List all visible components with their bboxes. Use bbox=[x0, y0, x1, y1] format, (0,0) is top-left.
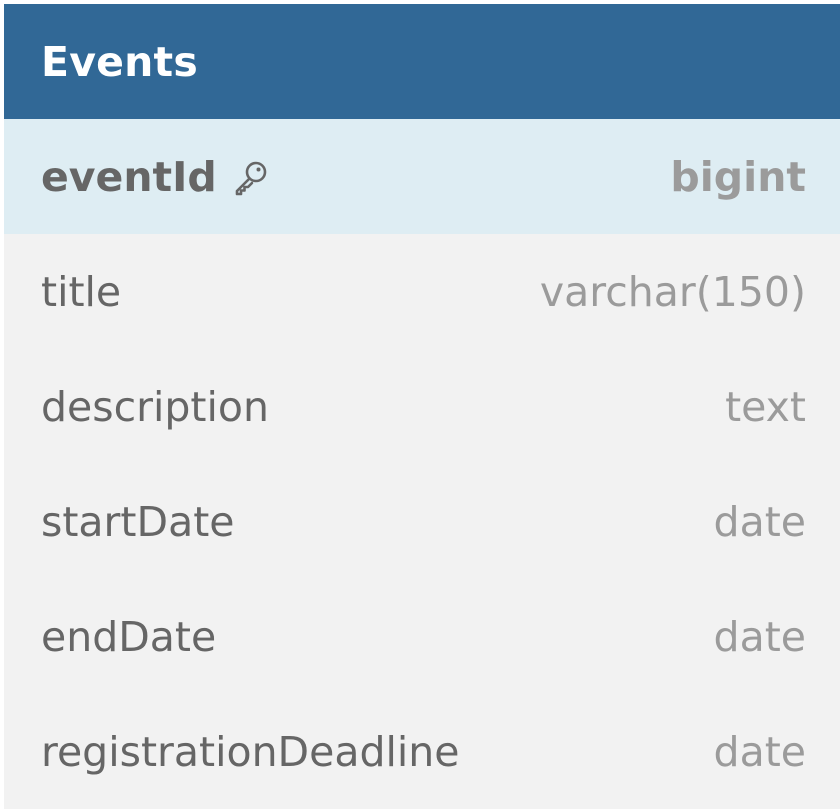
field-type: date bbox=[713, 612, 806, 661]
field-name-group: eventId bbox=[41, 153, 271, 201]
field-name: description bbox=[41, 382, 269, 431]
field-type: text bbox=[725, 382, 806, 431]
field-type: date bbox=[713, 497, 806, 546]
field-row-title[interactable]: title varchar(150) bbox=[4, 234, 840, 349]
key-icon bbox=[231, 157, 271, 197]
field-name: endDate bbox=[41, 612, 217, 661]
table-title: Events bbox=[41, 37, 198, 86]
field-name: registrationDeadline bbox=[41, 727, 460, 776]
field-row-registrationdeadline[interactable]: registrationDeadline date bbox=[4, 694, 840, 809]
table-header[interactable]: Events bbox=[4, 4, 840, 119]
field-name: startDate bbox=[41, 497, 235, 546]
field-row-startdate[interactable]: startDate date bbox=[4, 464, 840, 579]
field-name: eventId bbox=[41, 152, 217, 201]
field-type: date bbox=[713, 727, 806, 776]
field-name: title bbox=[41, 267, 122, 316]
events-table[interactable]: Events eventId bigint title varchar(150)… bbox=[4, 4, 840, 809]
field-type: varchar(150) bbox=[539, 267, 806, 316]
field-row-eventid[interactable]: eventId bigint bbox=[4, 119, 840, 234]
field-row-enddate[interactable]: endDate date bbox=[4, 579, 840, 694]
field-type: bigint bbox=[670, 152, 806, 201]
field-row-description[interactable]: description text bbox=[4, 349, 840, 464]
